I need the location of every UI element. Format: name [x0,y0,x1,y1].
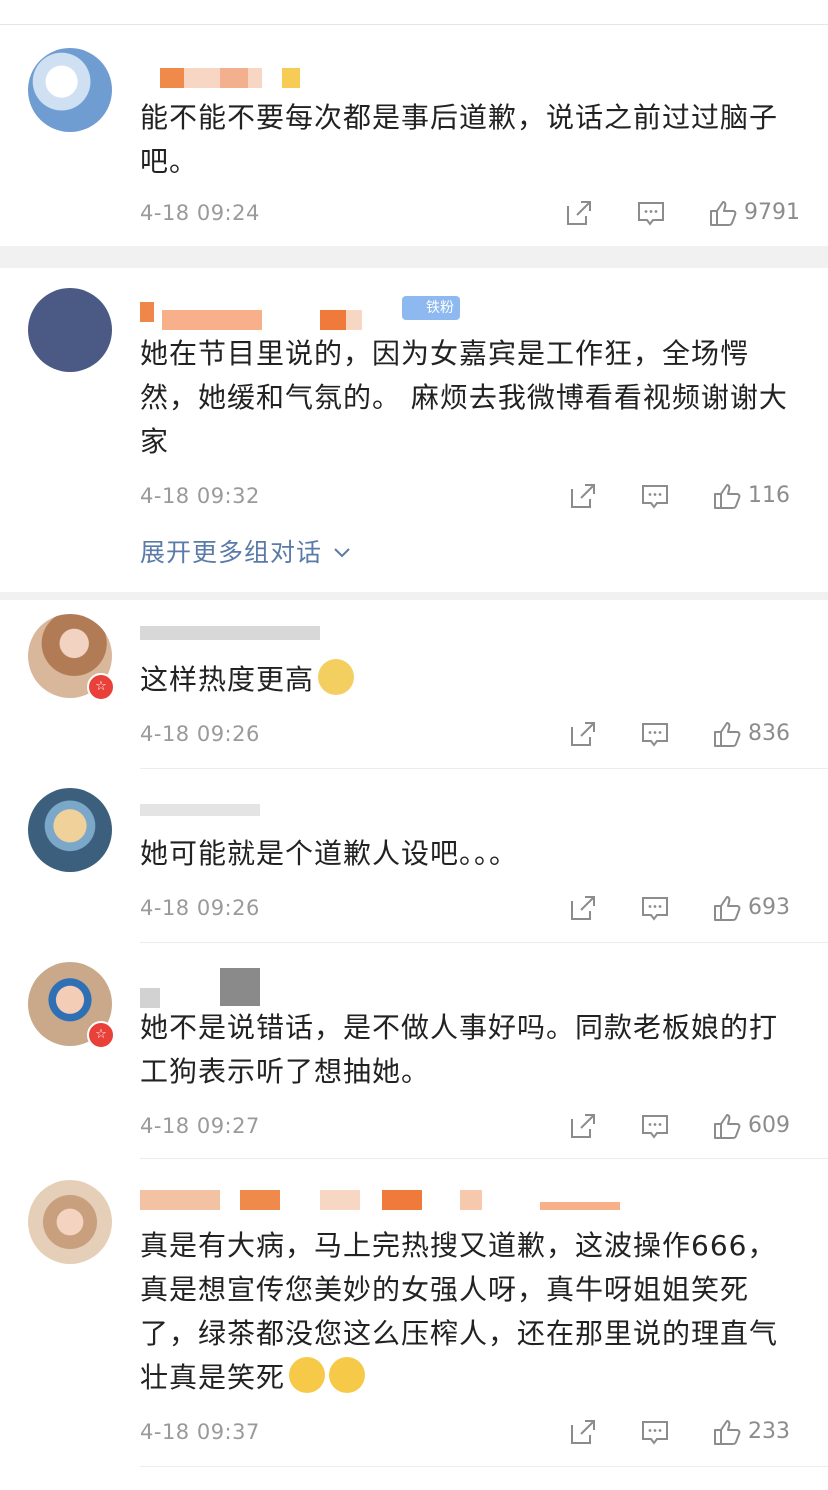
comment-text: 能不能不要每次都是事后道歉，说话之前过过脑子吧。 [140,101,779,178]
comment-time: 4-18 09:27 [140,1114,260,1138]
like-count: 693 [748,895,790,920]
top-divider [0,24,828,25]
avatar[interactable] [28,788,112,872]
share-icon[interactable] [568,1417,598,1447]
comment-meta: 4-18 09:32 116 [140,481,800,511]
share-icon[interactable] [568,719,598,749]
avatar[interactable] [28,1180,112,1264]
like-count: 9791 [744,200,800,225]
comment-meta: 4-18 09:26 836 [140,719,800,749]
share-icon[interactable] [568,893,598,923]
comment-text: 这样热度更高 [140,658,800,702]
like-icon[interactable] [712,1111,742,1141]
avatar[interactable] [28,48,112,132]
divider [140,1466,828,1467]
comment-time: 4-18 09:37 [140,1420,260,1444]
comment-icon[interactable] [640,1111,670,1141]
verified-badge-icon: ☆ [87,673,115,701]
like-icon[interactable] [712,481,742,511]
comment-text: 她可能就是个道歉人设吧。。。 [140,837,519,870]
verified-badge-icon: ☆ [87,1021,115,1049]
like-icon[interactable] [712,719,742,749]
comment-meta: 4-18 09:27 609 [140,1111,800,1141]
comment-meta: 4-18 09:24 9791 [140,198,800,228]
expand-conversation-link[interactable]: 展开更多组对话 [140,536,353,570]
comment-icon[interactable] [636,198,666,228]
share-icon[interactable] [568,1111,598,1141]
comment-icon[interactable] [640,481,670,511]
avatar[interactable] [28,288,112,372]
share-icon[interactable] [568,481,598,511]
comment-icon[interactable] [640,1417,670,1447]
comment-text: 她在节目里说的，因为女嘉宾是工作狂，全场愕然，她缓和气氛的。 麻烦去我微博看看视… [140,337,788,458]
like-count: 609 [748,1113,790,1138]
divider [140,1158,828,1159]
like-count: 116 [748,483,790,508]
comment-time: 4-18 09:24 [140,201,260,225]
divider [140,942,828,943]
doge-emoji [318,659,355,695]
like-icon[interactable] [708,198,738,228]
like-count: 836 [748,721,790,746]
fan-badge: 铁粉 [402,296,460,320]
hug-emoji [289,1357,326,1393]
section-gap [0,592,828,600]
comment-time: 4-18 09:26 [140,896,260,920]
comment-text: 真是有大病，马上完热搜又道歉，这波操作666，真是想宣传您美妙的女强人呀，真牛呀… [140,1229,779,1394]
comment-meta: 4-18 09:37 233 [140,1417,800,1447]
share-icon[interactable] [564,198,594,228]
like-icon[interactable] [712,893,742,923]
section-gap [0,246,828,268]
comment-meta: 4-18 09:26 693 [140,893,800,923]
comment-icon[interactable] [640,719,670,749]
divider [140,768,828,769]
chevron-down-icon [334,548,350,558]
like-icon[interactable] [712,1417,742,1447]
like-count: 233 [748,1419,790,1444]
comment-icon[interactable] [640,893,670,923]
comment-time: 4-18 09:32 [140,484,260,508]
comment-time: 4-18 09:26 [140,722,260,746]
comment-text: 她不是说错话，是不做人事好吗。同款老板娘的打工狗表示听了想抽她。 [140,1011,779,1088]
hug-emoji [329,1357,366,1393]
